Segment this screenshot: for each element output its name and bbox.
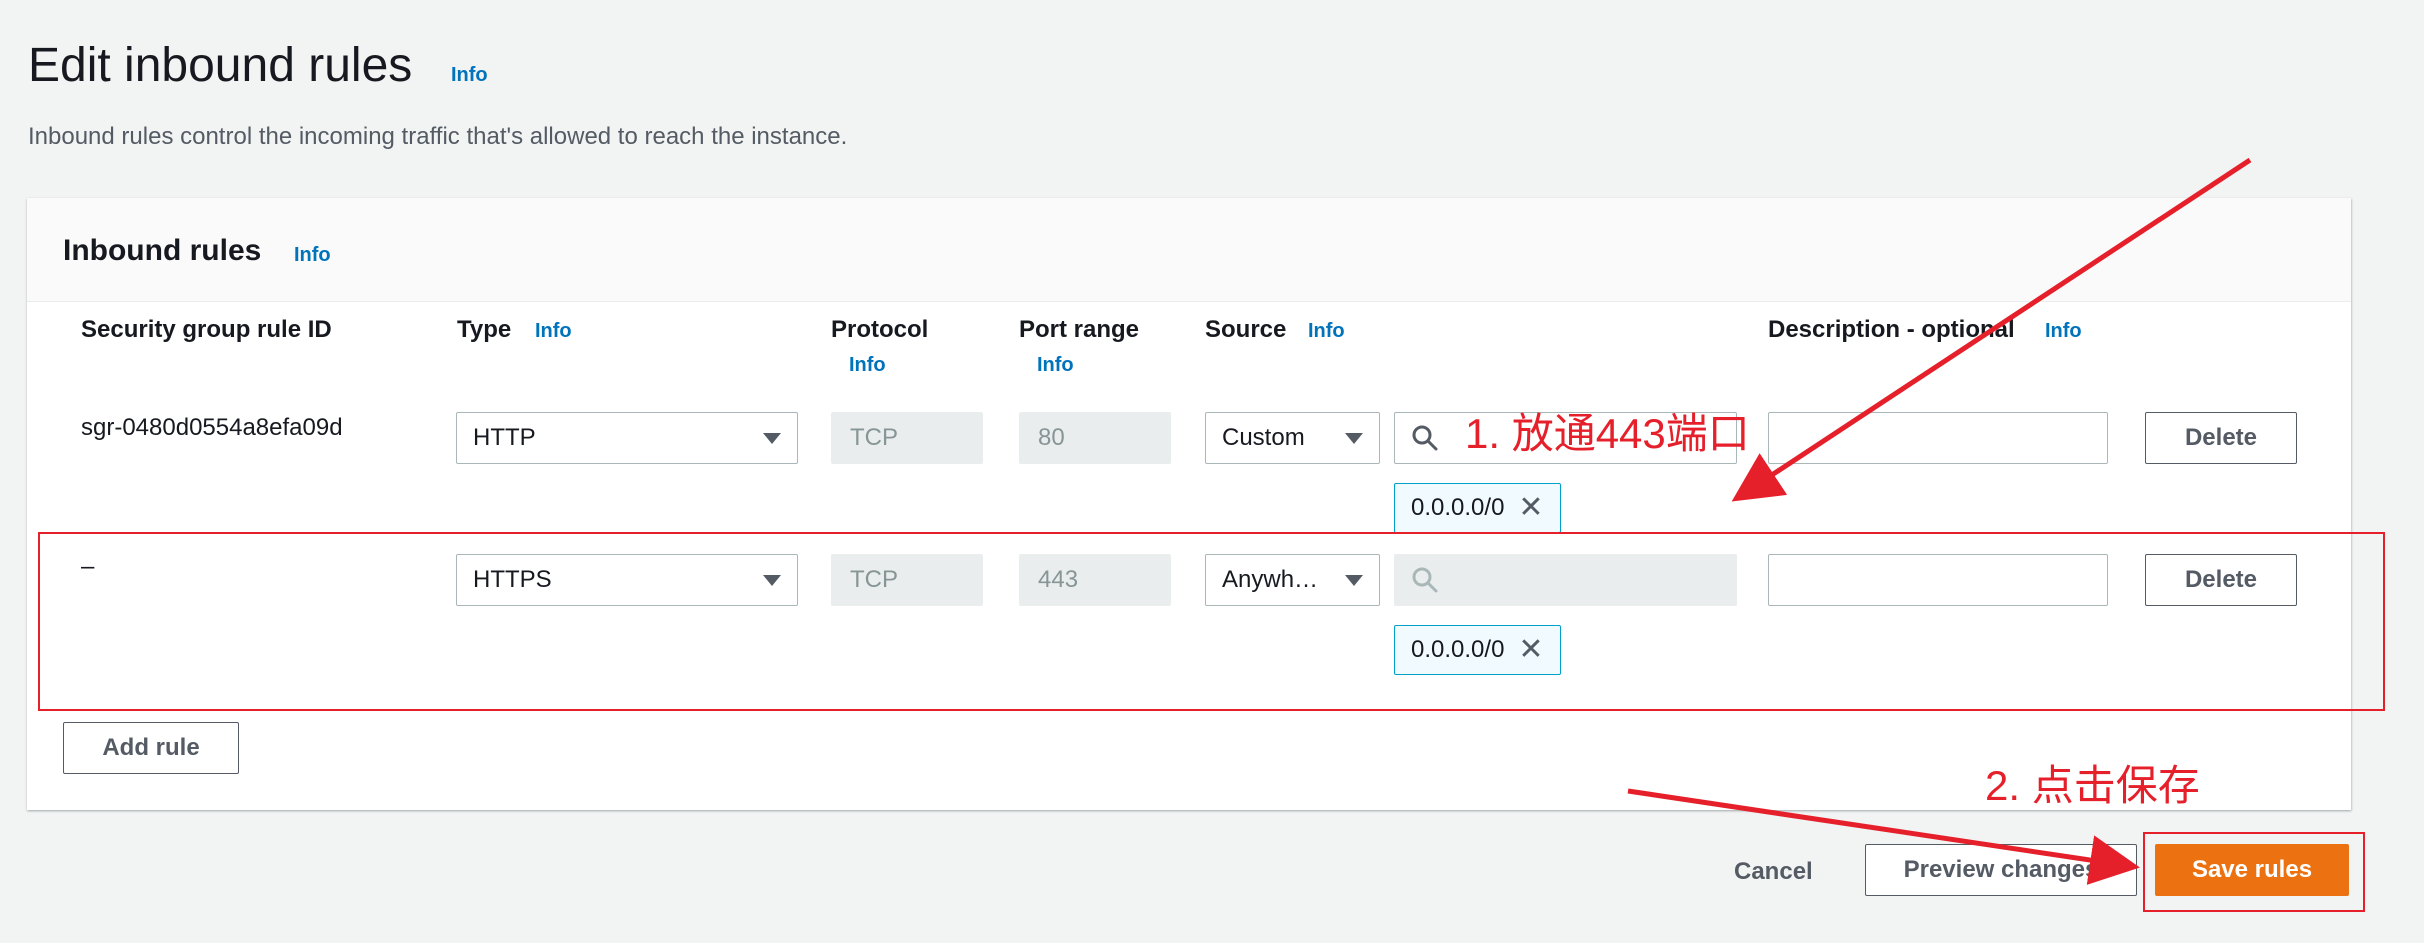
panel-info-link[interactable]: Info [294, 244, 331, 267]
delete-rule-button[interactable]: Delete [2145, 412, 2297, 464]
add-rule-button[interactable]: Add rule [63, 722, 239, 774]
col-header-protocol: Protocol [831, 316, 929, 343]
caret-down-icon [763, 432, 781, 444]
annotation-step2: 2. 点击保存 [1985, 762, 2200, 809]
page-description: Inbound rules control the incoming traff… [28, 123, 848, 150]
panel-title: Inbound rules [63, 234, 262, 267]
source-info-link[interactable]: Info [1308, 320, 1345, 343]
search-icon [1412, 425, 1438, 451]
close-icon[interactable]: ✕ [1518, 493, 1543, 523]
source-token-label: 0.0.0.0/0 [1411, 494, 1505, 521]
highlight-new-rule-box [38, 532, 2385, 711]
page-info-link[interactable]: Info [451, 64, 488, 87]
col-header-type: Type [457, 316, 512, 343]
source-token: 0.0.0.0/0 ✕ [1394, 483, 1561, 533]
col-header-rule-id: Security group rule ID [81, 316, 332, 343]
cancel-button[interactable]: Cancel [1734, 858, 1813, 886]
inbound-rules-panel: Inbound rules Info Security group rule I… [27, 198, 2351, 810]
col-header-port-range: Port range [1019, 316, 1140, 343]
caret-down-icon [1345, 432, 1363, 444]
highlight-save-box [2143, 832, 2365, 912]
description-info-link[interactable]: Info [2045, 320, 2082, 343]
panel-header: Inbound rules Info [27, 198, 2351, 302]
annotation-step1: 1. 放通443端口 [1465, 410, 1750, 457]
col-header-source: Source [1205, 316, 1287, 343]
protocol-field: TCP [831, 412, 983, 464]
source-mode-select[interactable]: Custom [1205, 412, 1380, 464]
port-range-field: 80 [1019, 412, 1171, 464]
page-title: Edit inbound rules [28, 39, 413, 92]
source-mode-value: Custom [1222, 424, 1305, 451]
protocol-info-link[interactable]: Info [849, 354, 886, 377]
col-header-description: Description - optional [1768, 316, 2015, 343]
rule-id: sgr-0480d0554a8efa09d [81, 414, 343, 441]
type-select[interactable]: HTTP [456, 412, 798, 464]
type-info-link[interactable]: Info [535, 320, 572, 343]
description-input[interactable] [1768, 412, 2108, 464]
port-range-info-link[interactable]: Info [1037, 354, 1074, 377]
preview-changes-button[interactable]: Preview changes [1865, 844, 2137, 896]
type-select-value: HTTP [473, 424, 536, 451]
edit-inbound-rules-page: Edit inbound rules Info Inbound rules co… [0, 0, 2424, 943]
